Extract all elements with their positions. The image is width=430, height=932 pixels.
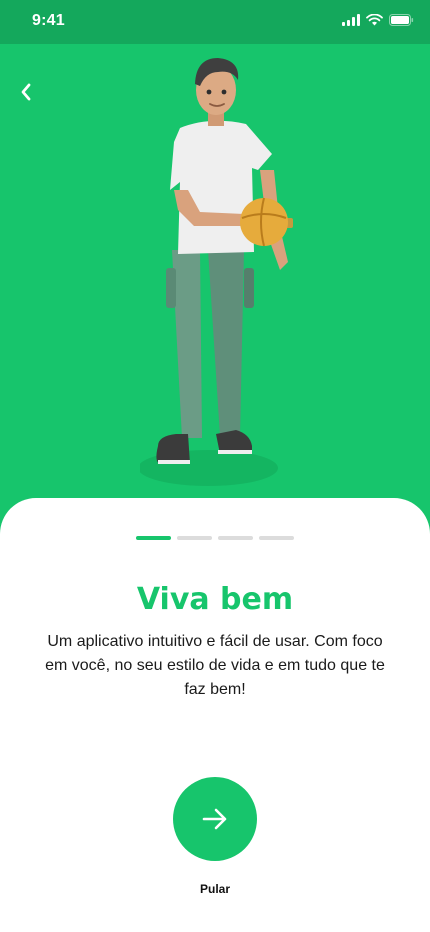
page-dot-2	[177, 536, 212, 540]
battery-icon	[389, 14, 414, 26]
chevron-left-icon	[21, 83, 31, 101]
page-dot-3	[218, 536, 253, 540]
wifi-icon	[366, 14, 383, 26]
status-time: 9:41	[32, 12, 65, 29]
status-icons	[342, 14, 414, 26]
signal-icon	[342, 14, 360, 26]
arrow-right-icon	[202, 808, 227, 830]
page-indicator	[136, 536, 294, 540]
page-dot-4	[259, 536, 294, 540]
person-with-ball-illustration	[140, 58, 293, 486]
back-button[interactable]	[12, 78, 40, 106]
onboarding-sheet: Viva bem Um aplicativo intuitivo e fácil…	[0, 498, 430, 932]
hero-section	[0, 44, 430, 514]
status-bar: 9:41	[0, 0, 430, 44]
page-dot-1	[136, 536, 171, 540]
skip-link[interactable]: Pular	[0, 882, 430, 896]
next-button[interactable]	[173, 777, 257, 861]
onboarding-title: Viva bem	[136, 582, 294, 617]
onboarding-description: Um aplicativo intuitivo e fácil de usar.…	[45, 633, 385, 698]
